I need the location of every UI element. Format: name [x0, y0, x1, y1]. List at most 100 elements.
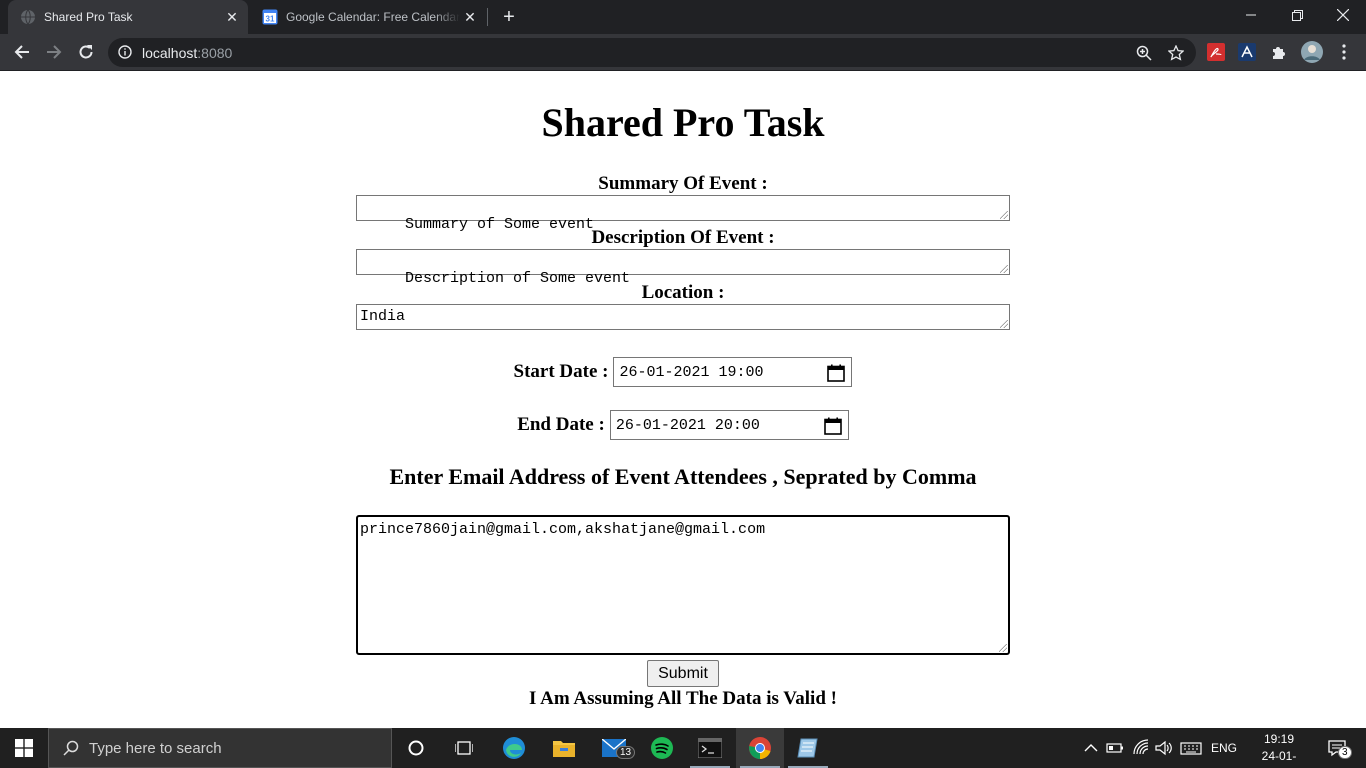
folder-icon — [553, 741, 575, 757]
volume-icon[interactable] — [1155, 738, 1173, 758]
calendar-favicon-day: 31 — [266, 15, 275, 24]
calendar-icon[interactable] — [827, 364, 846, 382]
address-bar[interactable]: localhost:8080 — [108, 38, 1196, 67]
minimize-button[interactable] — [1228, 0, 1274, 30]
arrow-right-icon — [47, 45, 62, 59]
info-icon[interactable] — [118, 45, 132, 59]
task-view-button[interactable] — [440, 728, 488, 768]
wifi-icon[interactable] — [1132, 738, 1150, 758]
battery-icon[interactable] — [1106, 738, 1124, 758]
clock[interactable]: 19:19 24-01-2021 — [1250, 731, 1308, 768]
close-tab-icon[interactable]: ✕ — [460, 7, 480, 27]
reload-icon — [79, 45, 93, 59]
start-date-value: 26-01-2021 19:00 — [619, 364, 764, 381]
resize-grip-icon[interactable] — [1000, 320, 1008, 328]
chrome-icon — [749, 737, 771, 759]
zoom-icon[interactable] — [1136, 45, 1152, 61]
minimize-icon — [1246, 14, 1256, 16]
location-textarea[interactable]: India — [356, 304, 1010, 330]
start-date-input[interactable]: 26-01-2021 19:00 — [613, 357, 853, 387]
submit-button[interactable]: Submit — [647, 660, 719, 687]
more-options-icon[interactable] — [1335, 43, 1353, 61]
summary-label: Summary Of Event : — [598, 173, 768, 194]
resize-grip-icon[interactable] — [999, 644, 1007, 652]
location-label: Location : — [641, 282, 725, 303]
edge-app[interactable] — [490, 728, 538, 768]
search-icon — [63, 740, 79, 756]
attendees-textarea[interactable]: prince7860jain@gmail.com,akshatjane@gmai… — [356, 515, 1010, 655]
terminal-icon — [698, 738, 722, 758]
tab-google-calendar[interactable]: 31 Google Calendar: Free Calendar / ✕ — [250, 0, 486, 34]
terminal-app[interactable] — [686, 728, 734, 768]
profile-avatar[interactable] — [1301, 41, 1323, 63]
keyboard-icon[interactable] — [1180, 738, 1202, 758]
google-calendar-icon: 31 — [262, 9, 278, 25]
globe-icon — [21, 9, 35, 25]
show-hidden-icons-icon[interactable] — [1084, 738, 1098, 758]
resize-grip-icon[interactable] — [1000, 211, 1008, 219]
chrome-app[interactable] — [736, 728, 784, 768]
taskbar-search-box[interactable]: Type here to search — [48, 728, 392, 768]
restore-button[interactable] — [1274, 0, 1320, 30]
page-title: Shared Pro Task — [541, 100, 825, 145]
windows-logo-icon — [15, 739, 33, 757]
mail-app[interactable]: 13 — [590, 728, 638, 768]
task-view-icon — [455, 741, 473, 755]
file-explorer-app[interactable] — [540, 728, 588, 768]
bookmark-star-icon[interactable] — [1168, 45, 1184, 61]
spotify-app[interactable] — [638, 728, 686, 768]
notification-badge: 3 — [1338, 746, 1352, 759]
start-date-row: Start Date : 26-01-2021 19:00 — [0, 357, 1366, 387]
description-label: Description Of Event : — [591, 227, 775, 248]
end-date-input[interactable]: 26-01-2021 20:00 — [609, 410, 849, 440]
description-textarea[interactable]: Description of Some event — [356, 249, 1010, 287]
arrow-left-icon — [14, 45, 29, 59]
tab-strip: Shared Pro Task ✕ 31 Google Calendar: Fr… — [0, 0, 1366, 34]
taskbar: Type here to search 13 ENG 19:19 24-01-2… — [0, 728, 1366, 768]
tab-title: Google Calendar: Free Calendar / — [286, 10, 460, 24]
url-port: :8080 — [197, 45, 233, 61]
action-center-button[interactable]: 3 — [1314, 728, 1360, 768]
browser-toolbar: localhost:8080 — [0, 34, 1366, 71]
cortana-button[interactable] — [392, 728, 440, 768]
clock-time: 19:19 — [1263, 732, 1295, 746]
back-button[interactable] — [8, 38, 36, 66]
search-placeholder: Type here to search — [89, 739, 222, 757]
url-host: localhost — [142, 45, 198, 61]
notepad-icon — [797, 738, 818, 758]
language-indicator[interactable]: ENG — [1210, 738, 1238, 758]
new-tab-button[interactable]: + — [498, 6, 520, 28]
end-date-row: End Date : 26-01-2021 20:00 — [0, 410, 1366, 440]
url-text: localhost:8080 — [142, 45, 232, 61]
forward-button[interactable] — [40, 38, 68, 66]
calendar-icon[interactable] — [824, 417, 842, 435]
attendees-heading: Enter Email Address of Event Attendees ,… — [389, 464, 977, 489]
close-window-button[interactable] — [1320, 0, 1366, 30]
page-content: Shared Pro Task Summary Of Event : Summa… — [0, 71, 1366, 728]
clock-date: 24-01-2021 — [1261, 749, 1297, 768]
restore-icon — [1291, 9, 1303, 21]
mail-badge: 13 — [616, 746, 636, 759]
start-button[interactable] — [0, 728, 48, 768]
tab-separator — [487, 8, 488, 26]
tab-title: Shared Pro Task — [44, 10, 133, 24]
start-date-label: Start Date : — [513, 361, 609, 382]
validity-note: I Am Assuming All The Data is Valid ! — [529, 688, 837, 709]
extensions-puzzle-icon[interactable] — [1270, 43, 1288, 61]
edge-icon — [503, 737, 525, 759]
close-icon — [1337, 9, 1349, 21]
tab-shared-pro-task[interactable]: Shared Pro Task ✕ — [8, 0, 248, 34]
resize-grip-icon[interactable] — [1000, 265, 1008, 273]
acrobat-extension-icon[interactable] — [1207, 43, 1225, 61]
cortana-circle-icon — [408, 740, 424, 756]
reload-button[interactable] — [72, 38, 100, 66]
location-value: India — [360, 308, 406, 325]
notepad-app[interactable] — [784, 728, 832, 768]
attendees-value: prince7860jain@gmail.com,akshatjane@gmai… — [360, 521, 766, 538]
close-tab-icon[interactable]: ✕ — [222, 7, 242, 27]
end-date-value: 26-01-2021 20:00 — [615, 417, 760, 434]
translate-extension-icon[interactable] — [1238, 43, 1256, 61]
summary-textarea[interactable]: Summary of Some event — [356, 195, 1010, 233]
end-date-label: End Date : — [517, 414, 605, 435]
spotify-icon — [651, 737, 673, 759]
